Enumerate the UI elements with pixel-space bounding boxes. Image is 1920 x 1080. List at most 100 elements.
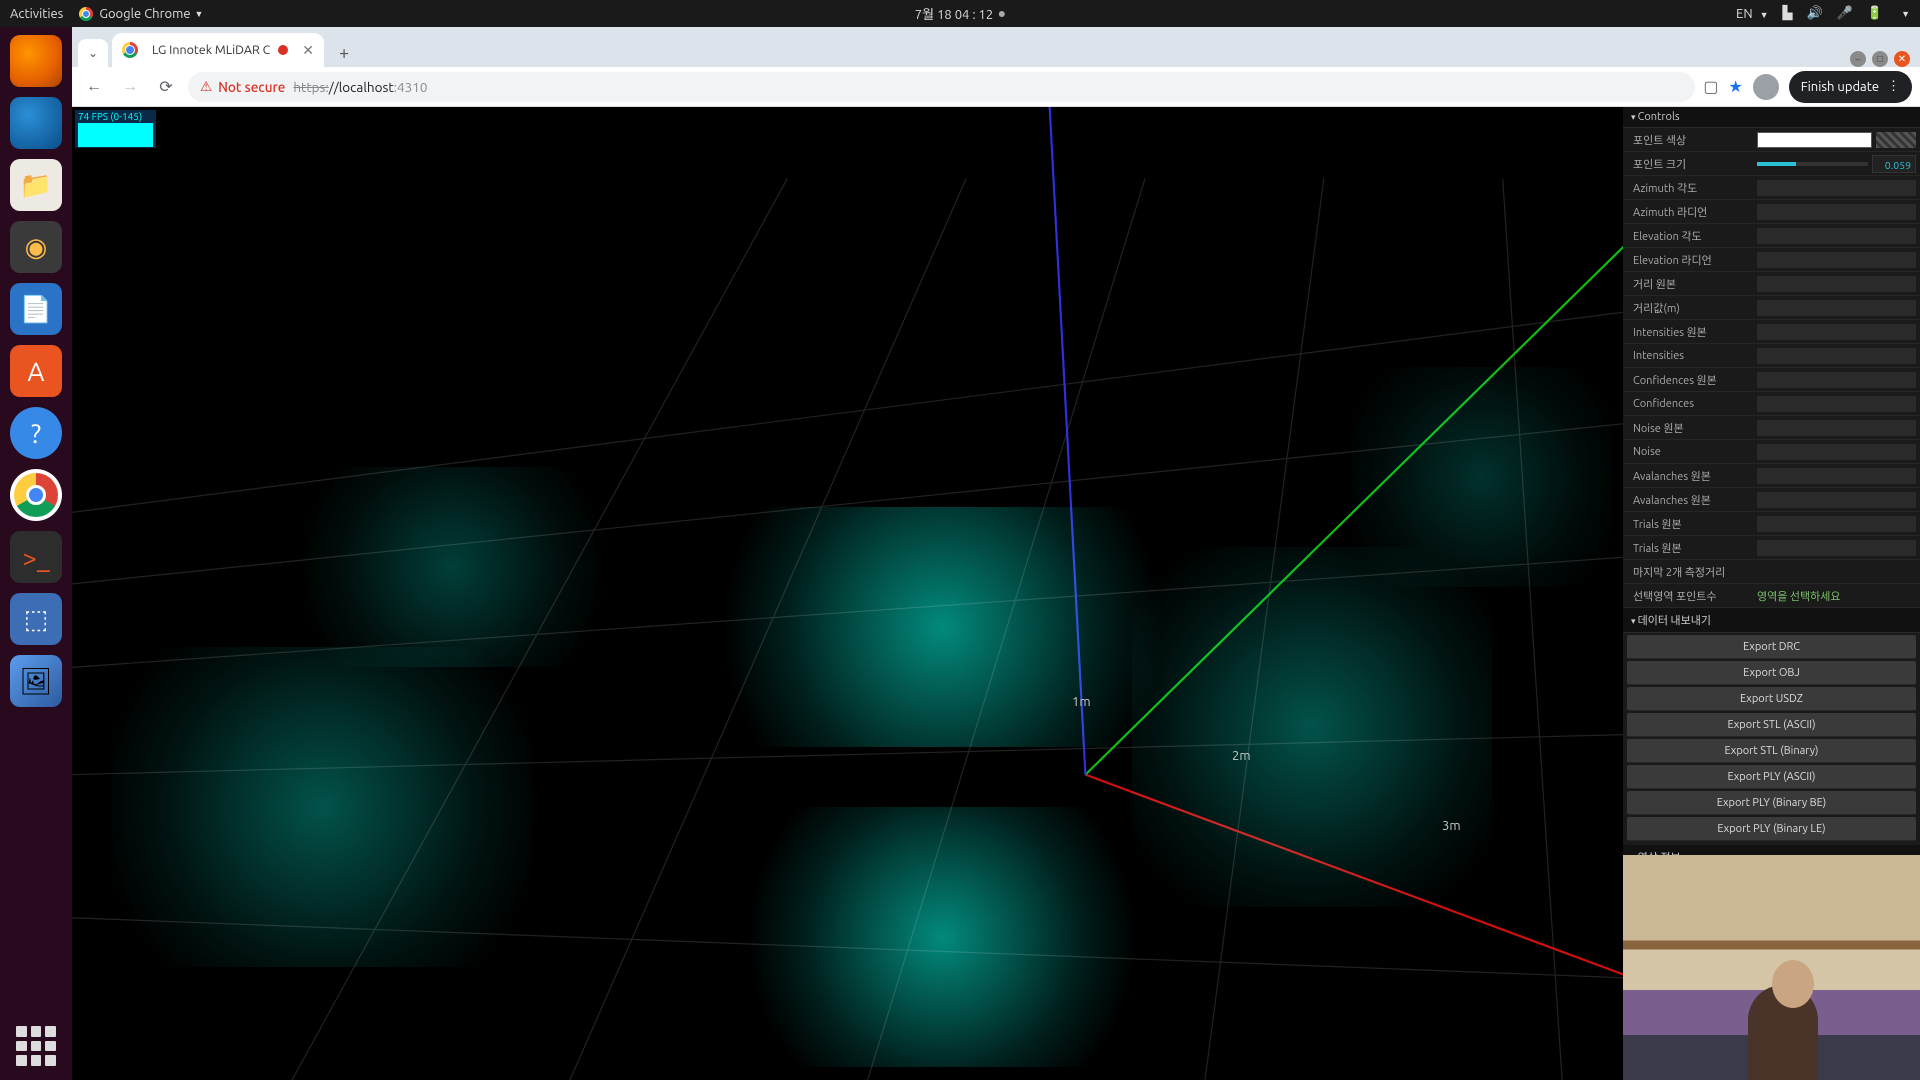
- dock-rhythmbox[interactable]: ◉: [10, 221, 62, 273]
- address-bar[interactable]: ⚠ Not secure https://localhost:4310: [188, 72, 1695, 102]
- control-row-12: Noise 원본: [1623, 416, 1920, 440]
- controls-panel: Controls 포인트 색상포인트 크기0.059Azimuth 각도Azim…: [1623, 107, 1920, 870]
- warning-icon: ⚠: [200, 78, 212, 95]
- network-icon[interactable]: ▙: [1783, 6, 1793, 21]
- pointcloud-cluster: [112, 647, 532, 967]
- control-value-blank: [1757, 204, 1916, 220]
- system-menu-chevron-icon[interactable]: ▼: [1901, 9, 1910, 19]
- export-button-export-ply-binary-be-[interactable]: Export PLY (Binary BE): [1627, 791, 1916, 815]
- control-row-8: Intensities 원본: [1623, 320, 1920, 344]
- battery-icon[interactable]: 🔋: [1867, 6, 1883, 21]
- profile-avatar[interactable]: [1753, 74, 1779, 100]
- dock-image-viewer[interactable]: 🖼: [10, 655, 62, 707]
- finish-update-button[interactable]: Finish update ⋮: [1789, 71, 1912, 103]
- control-value-blank: [1757, 372, 1916, 388]
- control-label: Noise: [1623, 446, 1753, 458]
- dock-files[interactable]: 📁: [10, 159, 62, 211]
- export-button-export-usdz[interactable]: Export USDZ: [1627, 687, 1916, 711]
- mic-icon[interactable]: 🎤: [1837, 6, 1853, 21]
- control-row-15: Avalanches 원본: [1623, 488, 1920, 512]
- control-label: Trials 원본: [1623, 540, 1753, 556]
- clock[interactable]: 7월 18 04 : 12: [915, 4, 993, 23]
- export-button-export-obj[interactable]: Export OBJ: [1627, 661, 1916, 685]
- control-label: Intensities: [1623, 350, 1753, 362]
- control-value: 영역을 선택하세요: [1753, 588, 1920, 604]
- control-label: Confidences: [1623, 398, 1753, 410]
- dock-show-apps[interactable]: [16, 1026, 56, 1066]
- control-value-blank: [1757, 420, 1916, 436]
- control-value-blank: [1757, 228, 1916, 244]
- url-scheme: https:: [293, 79, 328, 95]
- control-row-0[interactable]: 포인트 색상: [1623, 128, 1920, 152]
- export-button-export-stl-binary-[interactable]: Export STL (Binary): [1627, 739, 1916, 763]
- control-value-blank: [1757, 516, 1916, 532]
- color-swatch[interactable]: [1757, 132, 1872, 148]
- dock-terminal[interactable]: >_: [10, 531, 62, 583]
- volume-icon[interactable]: 🔊: [1807, 6, 1823, 21]
- control-label: Noise 원본: [1623, 420, 1753, 436]
- bookmark-star-icon[interactable]: ★: [1728, 77, 1742, 96]
- export-section-title[interactable]: 데이터 내보내기: [1623, 608, 1920, 633]
- control-row-16: Trials 원본: [1623, 512, 1920, 536]
- control-row-1[interactable]: 포인트 크기 0.059: [1623, 152, 1920, 176]
- dock-ubuntu-software[interactable]: A: [10, 345, 62, 397]
- reload-button[interactable]: ⟳: [152, 73, 180, 101]
- export-button-export-ply-ascii-[interactable]: Export PLY (ASCII): [1627, 765, 1916, 789]
- dock-screenshot[interactable]: ⬚: [10, 593, 62, 645]
- pointcloud-cluster: [752, 807, 1132, 1067]
- control-label: Azimuth 각도: [1623, 180, 1753, 196]
- window-maximize-button[interactable]: □: [1872, 51, 1888, 67]
- control-row-14: Avalanches 원본: [1623, 464, 1920, 488]
- control-label: 포인트 크기: [1623, 156, 1753, 172]
- cast-icon[interactable]: ▢: [1703, 77, 1718, 96]
- dock-firefox[interactable]: [10, 35, 62, 87]
- dock-thunderbird[interactable]: [10, 97, 62, 149]
- distance-label-3m: 3m: [1442, 819, 1461, 833]
- security-indicator[interactable]: ⚠ Not secure: [200, 78, 285, 95]
- pointcloud-cluster: [1352, 367, 1612, 587]
- control-row-4: Elevation 각도: [1623, 224, 1920, 248]
- forward-button[interactable]: →: [116, 73, 144, 101]
- tab-favicon: [122, 42, 138, 58]
- control-row-2: Azimuth 각도: [1623, 176, 1920, 200]
- dock-help[interactable]: ?: [10, 407, 62, 459]
- app-menu[interactable]: Google Chrome ▼: [79, 7, 203, 21]
- export-button-export-ply-binary-le-[interactable]: Export PLY (Binary LE): [1627, 817, 1916, 841]
- window-minimize-button[interactable]: –: [1850, 51, 1866, 67]
- notification-dot-icon: [999, 11, 1005, 17]
- control-label: Intensities 원본: [1623, 324, 1753, 340]
- ubuntu-dock: 📁 ◉ 📄 A ? >_ ⬚ 🖼: [0, 27, 72, 1080]
- tab-strip: ⌄ LG Innotek MLiDAR C ✕ + – □ ✕: [72, 27, 1920, 67]
- control-label: Elevation 라디언: [1623, 252, 1753, 268]
- pointcloud-cluster: [302, 467, 602, 667]
- color-grid-icon: [1876, 132, 1916, 148]
- control-value-blank: [1757, 444, 1916, 460]
- back-button[interactable]: ←: [80, 73, 108, 101]
- control-value-blank: [1757, 276, 1916, 292]
- toolbar: ← → ⟳ ⚠ Not secure https://localhost:431…: [72, 67, 1920, 107]
- url-host: //localhost: [329, 79, 394, 95]
- camera-person-head: [1772, 960, 1814, 1008]
- chrome-window: ⌄ LG Innotek MLiDAR C ✕ + – □ ✕ ← → ⟳ ⚠ …: [72, 27, 1920, 1080]
- export-button-export-stl-ascii-[interactable]: Export STL (ASCII): [1627, 713, 1916, 737]
- new-tab-button[interactable]: +: [330, 39, 358, 67]
- language-indicator[interactable]: EN ▼: [1736, 7, 1768, 21]
- slider-track[interactable]: [1757, 162, 1868, 166]
- lidar-viewport[interactable]: 74 FPS (0-145): [72, 107, 1920, 1080]
- export-button-export-drc[interactable]: Export DRC: [1627, 635, 1916, 659]
- activities-button[interactable]: Activities: [10, 7, 63, 21]
- slider-value[interactable]: 0.059: [1872, 155, 1916, 173]
- controls-panel-title[interactable]: Controls: [1623, 107, 1920, 128]
- tab-active[interactable]: LG Innotek MLiDAR C ✕: [112, 33, 324, 67]
- control-row-6: 거리 원본: [1623, 272, 1920, 296]
- control-value-blank: [1757, 492, 1916, 508]
- control-value-blank: [1757, 540, 1916, 556]
- dock-libreoffice-writer[interactable]: 📄: [10, 283, 62, 335]
- tab-close-button[interactable]: ✕: [302, 42, 314, 59]
- control-row-10: Confidences 원본: [1623, 368, 1920, 392]
- window-close-button[interactable]: ✕: [1894, 51, 1910, 67]
- control-label: Avalanches 원본: [1623, 468, 1753, 484]
- tab-search-button[interactable]: ⌄: [78, 39, 108, 67]
- dock-chrome[interactable]: [10, 469, 62, 521]
- control-value-blank: [1757, 180, 1916, 196]
